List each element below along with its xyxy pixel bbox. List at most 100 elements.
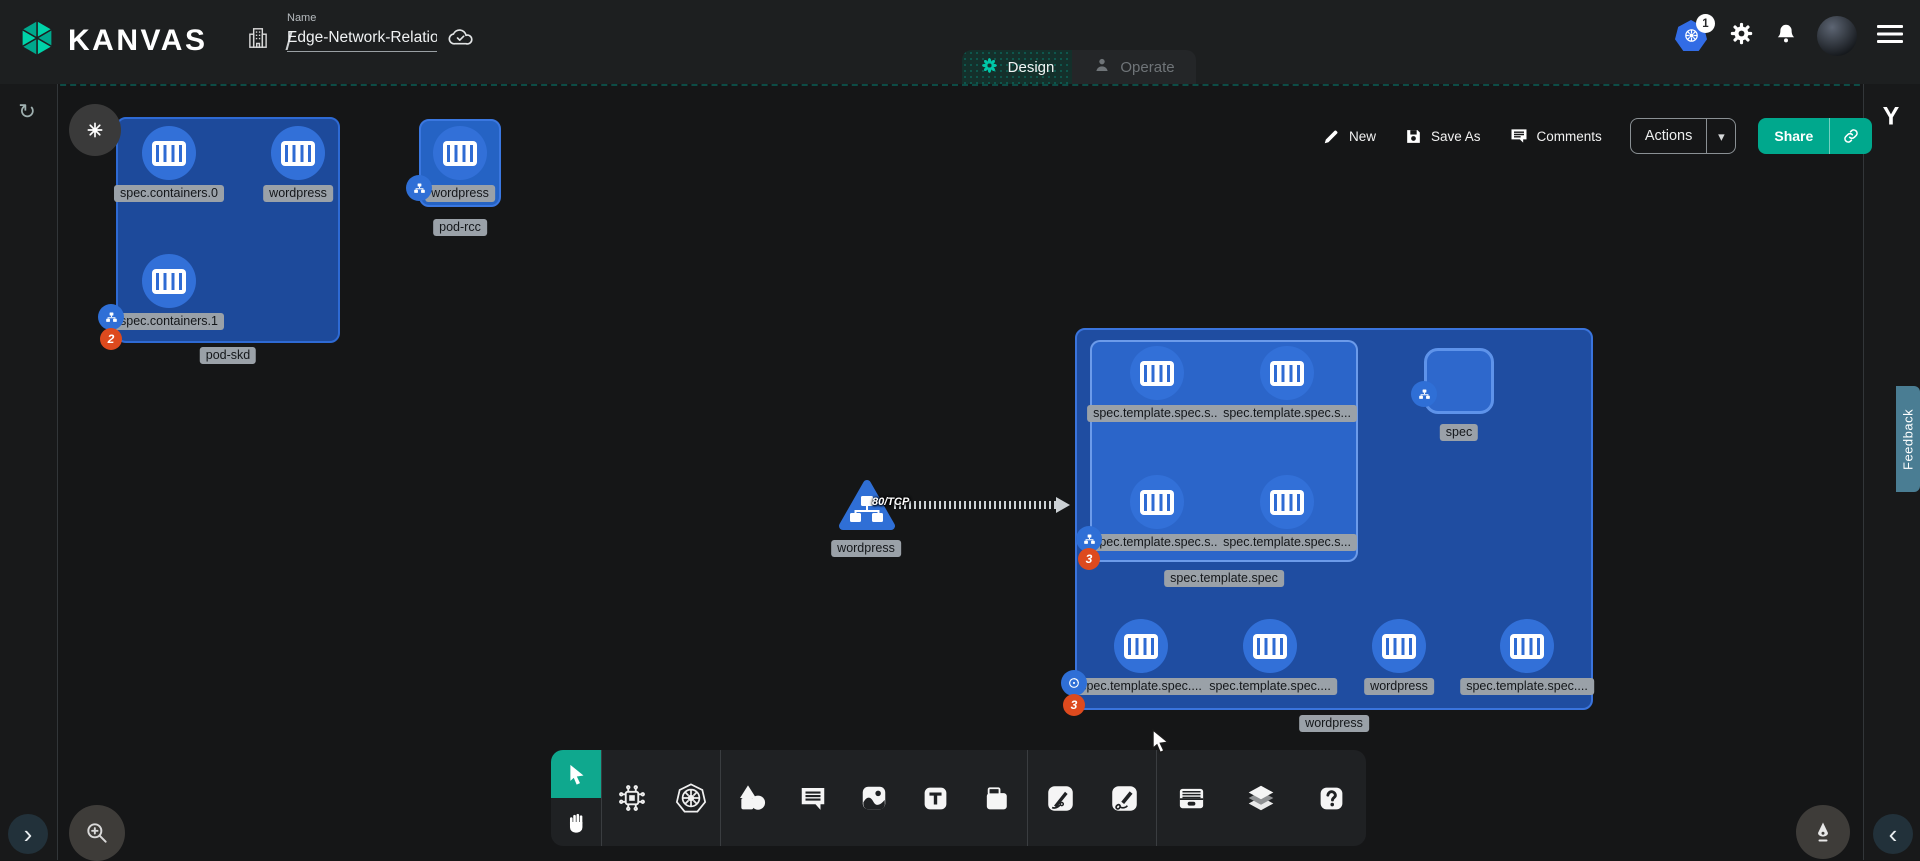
layers-icon (1245, 782, 1277, 814)
tab-design[interactable]: Design (962, 50, 1072, 84)
tool-note[interactable] (973, 775, 1019, 821)
cursor-icon (566, 763, 587, 786)
design-name-input[interactable] (287, 27, 437, 52)
chip-icon (617, 783, 647, 813)
design-name-field: Name (287, 12, 437, 52)
edge-service-to-deployment[interactable] (894, 501, 1058, 509)
container-icon (1270, 490, 1304, 515)
feedback-tab[interactable]: Feedback (1896, 386, 1920, 492)
app-header: KANVAS / Name (0, 0, 1920, 84)
chevron-left-icon: ‹ (1889, 821, 1898, 847)
user-avatar[interactable] (1817, 16, 1857, 56)
comment-icon (1509, 126, 1529, 146)
container-node[interactable] (1372, 619, 1426, 673)
tool-pan-hand[interactable] (551, 798, 601, 846)
operate-person-icon (1093, 56, 1111, 78)
kubernetes-wheel-icon (675, 782, 707, 814)
edge-port-label: 80/TCP (872, 496, 909, 508)
container-node[interactable] (1130, 346, 1184, 400)
snowflake-button[interactable] (69, 104, 121, 156)
chevron-right-icon: › (24, 821, 33, 847)
tool-drawer[interactable] (1169, 775, 1215, 821)
save-as-label: Save As (1431, 129, 1481, 144)
container-node[interactable] (433, 126, 487, 180)
network-relationship-icon (406, 175, 432, 201)
tool-pencil-draw[interactable] (1101, 775, 1147, 821)
caret-down-icon: ▾ (1718, 130, 1725, 143)
group-label: spec.template.spec (1164, 570, 1284, 587)
container-icon (1253, 634, 1287, 659)
settings-gear-icon[interactable] (1728, 20, 1755, 52)
drawer-icon (1176, 783, 1207, 814)
expand-right-panel-button[interactable]: ‹ (1873, 814, 1913, 854)
node-label: spec.containers.0 (114, 185, 224, 202)
copy-link-button[interactable] (1829, 118, 1872, 154)
comments-button[interactable]: Comments (1509, 126, 1602, 146)
comment-bubble-icon (798, 783, 828, 813)
container-node[interactable] (1500, 619, 1554, 673)
container-icon (1140, 361, 1174, 386)
container-icon (152, 269, 186, 294)
design-rosette-icon (980, 56, 999, 79)
tool-shapes[interactable] (729, 775, 775, 821)
comments-label: Comments (1537, 129, 1602, 144)
hamburger-menu-icon[interactable] (1876, 23, 1904, 50)
group-label: wordpress (1299, 715, 1369, 732)
kubernetes-context-switcher[interactable]: 1 (1675, 20, 1709, 52)
notifications-bell-icon[interactable] (1774, 22, 1798, 51)
container-node[interactable] (1114, 619, 1168, 673)
organization-icon[interactable] (245, 25, 271, 56)
tool-components[interactable] (609, 775, 655, 821)
tab-operate-label: Operate (1120, 59, 1174, 76)
tool-kubernetes[interactable] (668, 775, 714, 821)
relationship-count-badge[interactable]: 2 (100, 328, 122, 350)
share-split-button[interactable]: Share (1758, 118, 1872, 154)
tool-text[interactable] (912, 775, 958, 821)
node-label: spec.template.spec.s... (1217, 405, 1357, 422)
node-label: wordpress (1364, 678, 1434, 695)
container-icon (443, 141, 477, 166)
container-node[interactable] (142, 254, 196, 308)
node-label: wordpress (425, 185, 495, 202)
note-icon (982, 784, 1011, 813)
container-node[interactable] (142, 126, 196, 180)
container-node[interactable] (1260, 475, 1314, 529)
pen-mode-button[interactable] (1796, 805, 1850, 859)
tab-operate[interactable]: Operate (1072, 50, 1196, 84)
new-button[interactable]: New (1322, 127, 1376, 146)
actions-caret-button[interactable]: ▾ (1706, 119, 1735, 153)
y-logo[interactable]: Y (1883, 103, 1900, 132)
actions-split-button[interactable]: Actions ▾ (1630, 118, 1737, 154)
service-node[interactable] (838, 479, 896, 537)
container-node[interactable] (1260, 346, 1314, 400)
pen-nib-icon (1811, 820, 1835, 844)
tool-select-cursor[interactable] (551, 750, 601, 798)
tool-comment[interactable] (790, 775, 836, 821)
container-icon (281, 141, 315, 166)
question-mark-icon (1317, 784, 1346, 813)
save-as-button[interactable]: Save As (1404, 127, 1481, 146)
container-node[interactable] (271, 126, 325, 180)
tool-image[interactable] (851, 775, 897, 821)
tool-layers[interactable] (1238, 775, 1284, 821)
relationship-count-badge[interactable]: 3 (1078, 548, 1100, 570)
deployment-relationship-icon (1061, 670, 1087, 696)
node-label: spec.template.spec.s... (1087, 405, 1227, 422)
node-label: spec.containers.1 (114, 313, 224, 330)
sync-icon[interactable]: ↻ (18, 102, 36, 123)
group-label: pod-rcc (433, 219, 487, 236)
tool-pen[interactable] (1037, 775, 1083, 821)
container-node[interactable] (1130, 475, 1184, 529)
node-label: wordpress (831, 540, 901, 557)
expand-left-panel-button[interactable]: › (8, 814, 48, 854)
group-label: pod-skd (200, 347, 256, 364)
node-spec[interactable] (1424, 348, 1494, 414)
container-node[interactable] (1243, 619, 1297, 673)
container-icon (1124, 634, 1158, 659)
save-icon (1404, 127, 1423, 146)
zoom-button[interactable] (69, 805, 125, 861)
relationship-count-badge[interactable]: 3 (1063, 694, 1085, 716)
network-relationship-icon (1411, 381, 1437, 407)
kanvas-logo-icon[interactable] (16, 18, 58, 63)
tool-help[interactable] (1308, 775, 1354, 821)
